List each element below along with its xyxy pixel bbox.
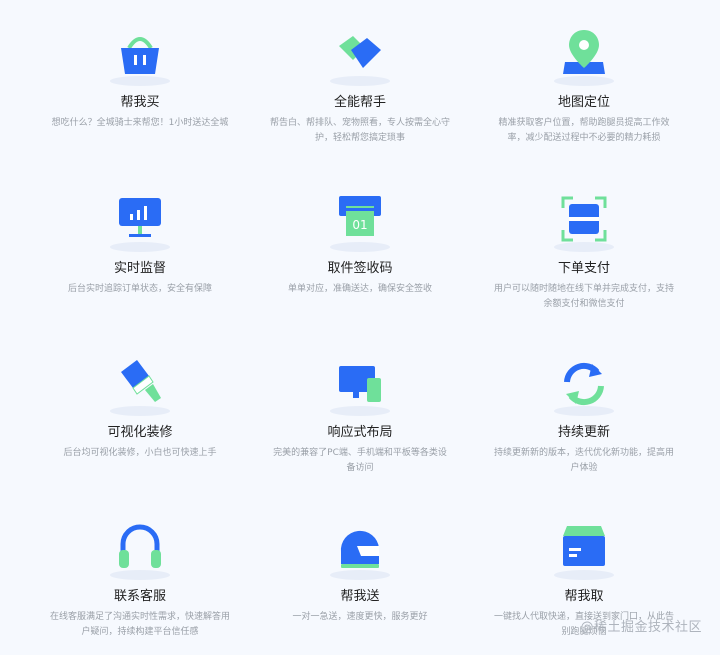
helmet-icon <box>340 530 379 568</box>
monitor-chart-icon <box>119 198 161 237</box>
feature-title: 响应式布局 <box>327 425 393 440</box>
feature-card-monitor[interactable]: 实时监督 后台实时追踪订单状态，安全有保障 <box>20 194 260 297</box>
paint-brush-icon <box>121 360 161 402</box>
pickup-code-icon: 01 <box>339 196 381 236</box>
watermark: @稀土掘金技术社区 <box>580 620 702 635</box>
handshake-icon <box>339 36 381 68</box>
feature-title: 帮我取 <box>564 589 604 604</box>
feature-title: 帮我买 <box>120 95 160 110</box>
scan-icon <box>561 196 607 242</box>
feature-card-customer-service[interactable]: 联系客服 在线客服满足了沟通实时性需求，快速解答用户疑问，持续构建平台信任感 <box>20 522 260 640</box>
feature-card-visual-decoration[interactable]: 可视化装修 后台均可视化装修，小白也可快速上手 <box>20 358 260 461</box>
shopping-basket-icon <box>121 37 159 74</box>
feature-desc: 用户可以随时随地在线下单并完成支付，支持余额支付和微信支付 <box>494 284 675 309</box>
feature-title: 下单支付 <box>557 261 610 276</box>
feature-desc: 帮告白、帮排队、宠物照看，专人按需全心守护，轻松帮您搞定琐事 <box>270 118 451 143</box>
svg-text:01: 01 <box>352 218 367 232</box>
headphones-icon <box>119 524 161 568</box>
box-icon <box>563 526 605 566</box>
feature-title: 取件签收码 <box>327 261 393 276</box>
feature-card-buy[interactable]: 帮我买 想吃什么？全城骑士来帮您！1小时送达全城 <box>20 28 260 131</box>
feature-desc: 在线客服满足了沟通实时性需求，快速解答用户疑问，持续构建平台信任感 <box>50 612 231 637</box>
feature-desc: 完美的兼容了PC端、手机端和平板等各类设备访问 <box>273 448 447 473</box>
feature-desc: 后台实时追踪订单状态，安全有保障 <box>67 284 212 294</box>
feature-title: 实时监督 <box>113 261 166 276</box>
devices-icon <box>339 366 381 402</box>
feature-title: 持续更新 <box>557 425 610 440</box>
feature-title: 联系客服 <box>113 589 166 604</box>
feature-card-helper[interactable]: 全能帮手 帮告白、帮排队、宠物照看，专人按需全心守护，轻松帮您搞定琐事 <box>240 28 480 146</box>
feature-card-deliver[interactable]: 帮我送 一对一急送，速度更快，服务更好 <box>240 522 480 625</box>
features-grid: 帮我买 想吃什么？全城骑士来帮您！1小时送达全城 全能帮手 帮告白、帮排队、宠物… <box>0 0 720 655</box>
refresh-icon <box>564 362 604 406</box>
map-pin-icon <box>563 30 605 74</box>
feature-desc: 精准获取客户位置，帮助跑腿员提高工作效率，减少配送过程中不必要的精力耗损 <box>498 118 670 143</box>
feature-card-responsive[interactable]: 响应式布局 完美的兼容了PC端、手机端和平板等各类设备访问 <box>240 358 480 476</box>
feature-title: 全能帮手 <box>333 95 386 110</box>
feature-card-map[interactable]: 地图定位 精准获取客户位置，帮助跑腿员提高工作效率，减少配送过程中不必要的精力耗… <box>464 28 704 146</box>
feature-desc: 一对一急送，速度更快，服务更好 <box>292 612 428 622</box>
feature-card-payment[interactable]: 下单支付 用户可以随时随地在线下单并完成支付，支持余额支付和微信支付 <box>464 194 704 312</box>
feature-desc: 想吃什么？全城骑士来帮您！1小时送达全城 <box>51 118 229 128</box>
feature-desc: 持续更新新的版本，迭代优化新功能，提高用户体验 <box>494 448 675 473</box>
feature-title: 帮我送 <box>340 589 380 604</box>
feature-title: 地图定位 <box>557 95 610 110</box>
feature-card-pickup-code[interactable]: 01 取件签收码 单单对应，准确送达，确保安全签收 <box>240 194 480 297</box>
feature-desc: 后台均可视化装修，小白也可快速上手 <box>63 448 217 458</box>
feature-card-update[interactable]: 持续更新 持续更新新的版本，迭代优化新功能，提高用户体验 <box>464 358 704 476</box>
feature-title: 可视化装修 <box>107 425 173 440</box>
feature-desc: 单单对应，准确送达，确保安全签收 <box>287 284 432 294</box>
